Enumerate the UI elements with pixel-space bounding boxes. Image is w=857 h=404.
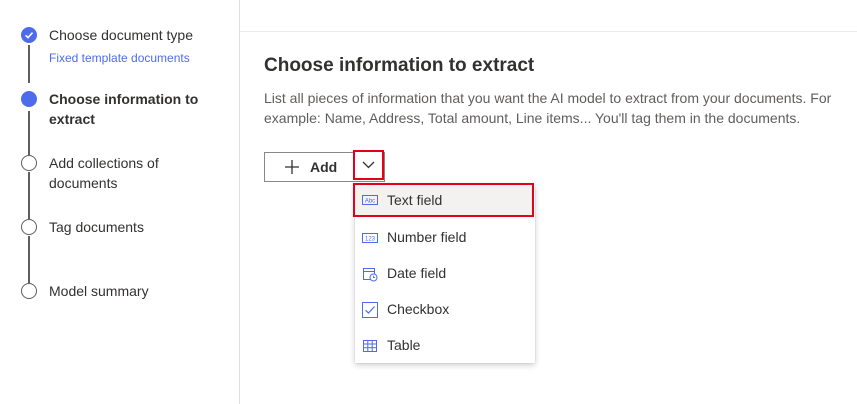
step-pending-icon	[21, 219, 37, 235]
step-label-line1: Choose information to	[49, 91, 199, 107]
step-label: Choose document type	[49, 27, 193, 43]
menu-item-label: Number field	[387, 229, 467, 245]
menu-item-label: Checkbox	[387, 301, 450, 317]
calendar-clock-icon	[363, 268, 378, 282]
step-sublabel-link[interactable]: Fixed template documents	[49, 51, 190, 65]
step-connector	[28, 172, 30, 219]
step-label-line2: documents	[49, 175, 118, 191]
page-description: List all pieces of information that you …	[264, 90, 832, 126]
add-dropdown-toggle[interactable]	[353, 150, 384, 180]
menu-item-label: Table	[387, 337, 421, 353]
add-button-label: Add	[310, 159, 338, 175]
step-label: Model summary	[49, 283, 149, 299]
plus-icon	[285, 160, 299, 174]
menu-item-label: Text field	[387, 192, 443, 208]
step-connector	[28, 111, 30, 155]
wizard-steps-panel: Choose document type Fixed template docu…	[0, 0, 240, 404]
number-field-icon: 123	[362, 233, 378, 243]
table-icon	[363, 340, 377, 352]
step-connector	[28, 236, 30, 283]
menu-item-text-field[interactable]: Abc Text field	[353, 183, 534, 217]
step-label-line1: Add collections of	[49, 155, 159, 171]
step-complete-icon	[21, 27, 37, 43]
step-label-line2: extract	[49, 111, 95, 127]
step-connector	[28, 45, 30, 83]
step-pending-icon	[21, 155, 37, 171]
step-pending-icon	[21, 283, 37, 299]
step-current-icon	[21, 91, 37, 107]
chevron-down-icon	[362, 161, 375, 169]
page-title: Choose information to extract	[264, 55, 535, 76]
header-divider	[240, 31, 857, 32]
menu-item-table[interactable]: Table	[355, 328, 535, 364]
menu-item-label: Date field	[387, 265, 447, 281]
menu-item-checkbox[interactable]: Checkbox	[355, 292, 535, 328]
step-label: Tag documents	[49, 219, 144, 235]
svg-text:Abc: Abc	[365, 199, 375, 205]
text-field-icon: Abc	[362, 195, 378, 205]
menu-item-date-field[interactable]: Date field	[355, 256, 535, 292]
menu-item-number-field[interactable]: 123 Number field	[355, 220, 535, 256]
checkbox-icon	[362, 302, 378, 318]
svg-text:123: 123	[365, 237, 376, 243]
